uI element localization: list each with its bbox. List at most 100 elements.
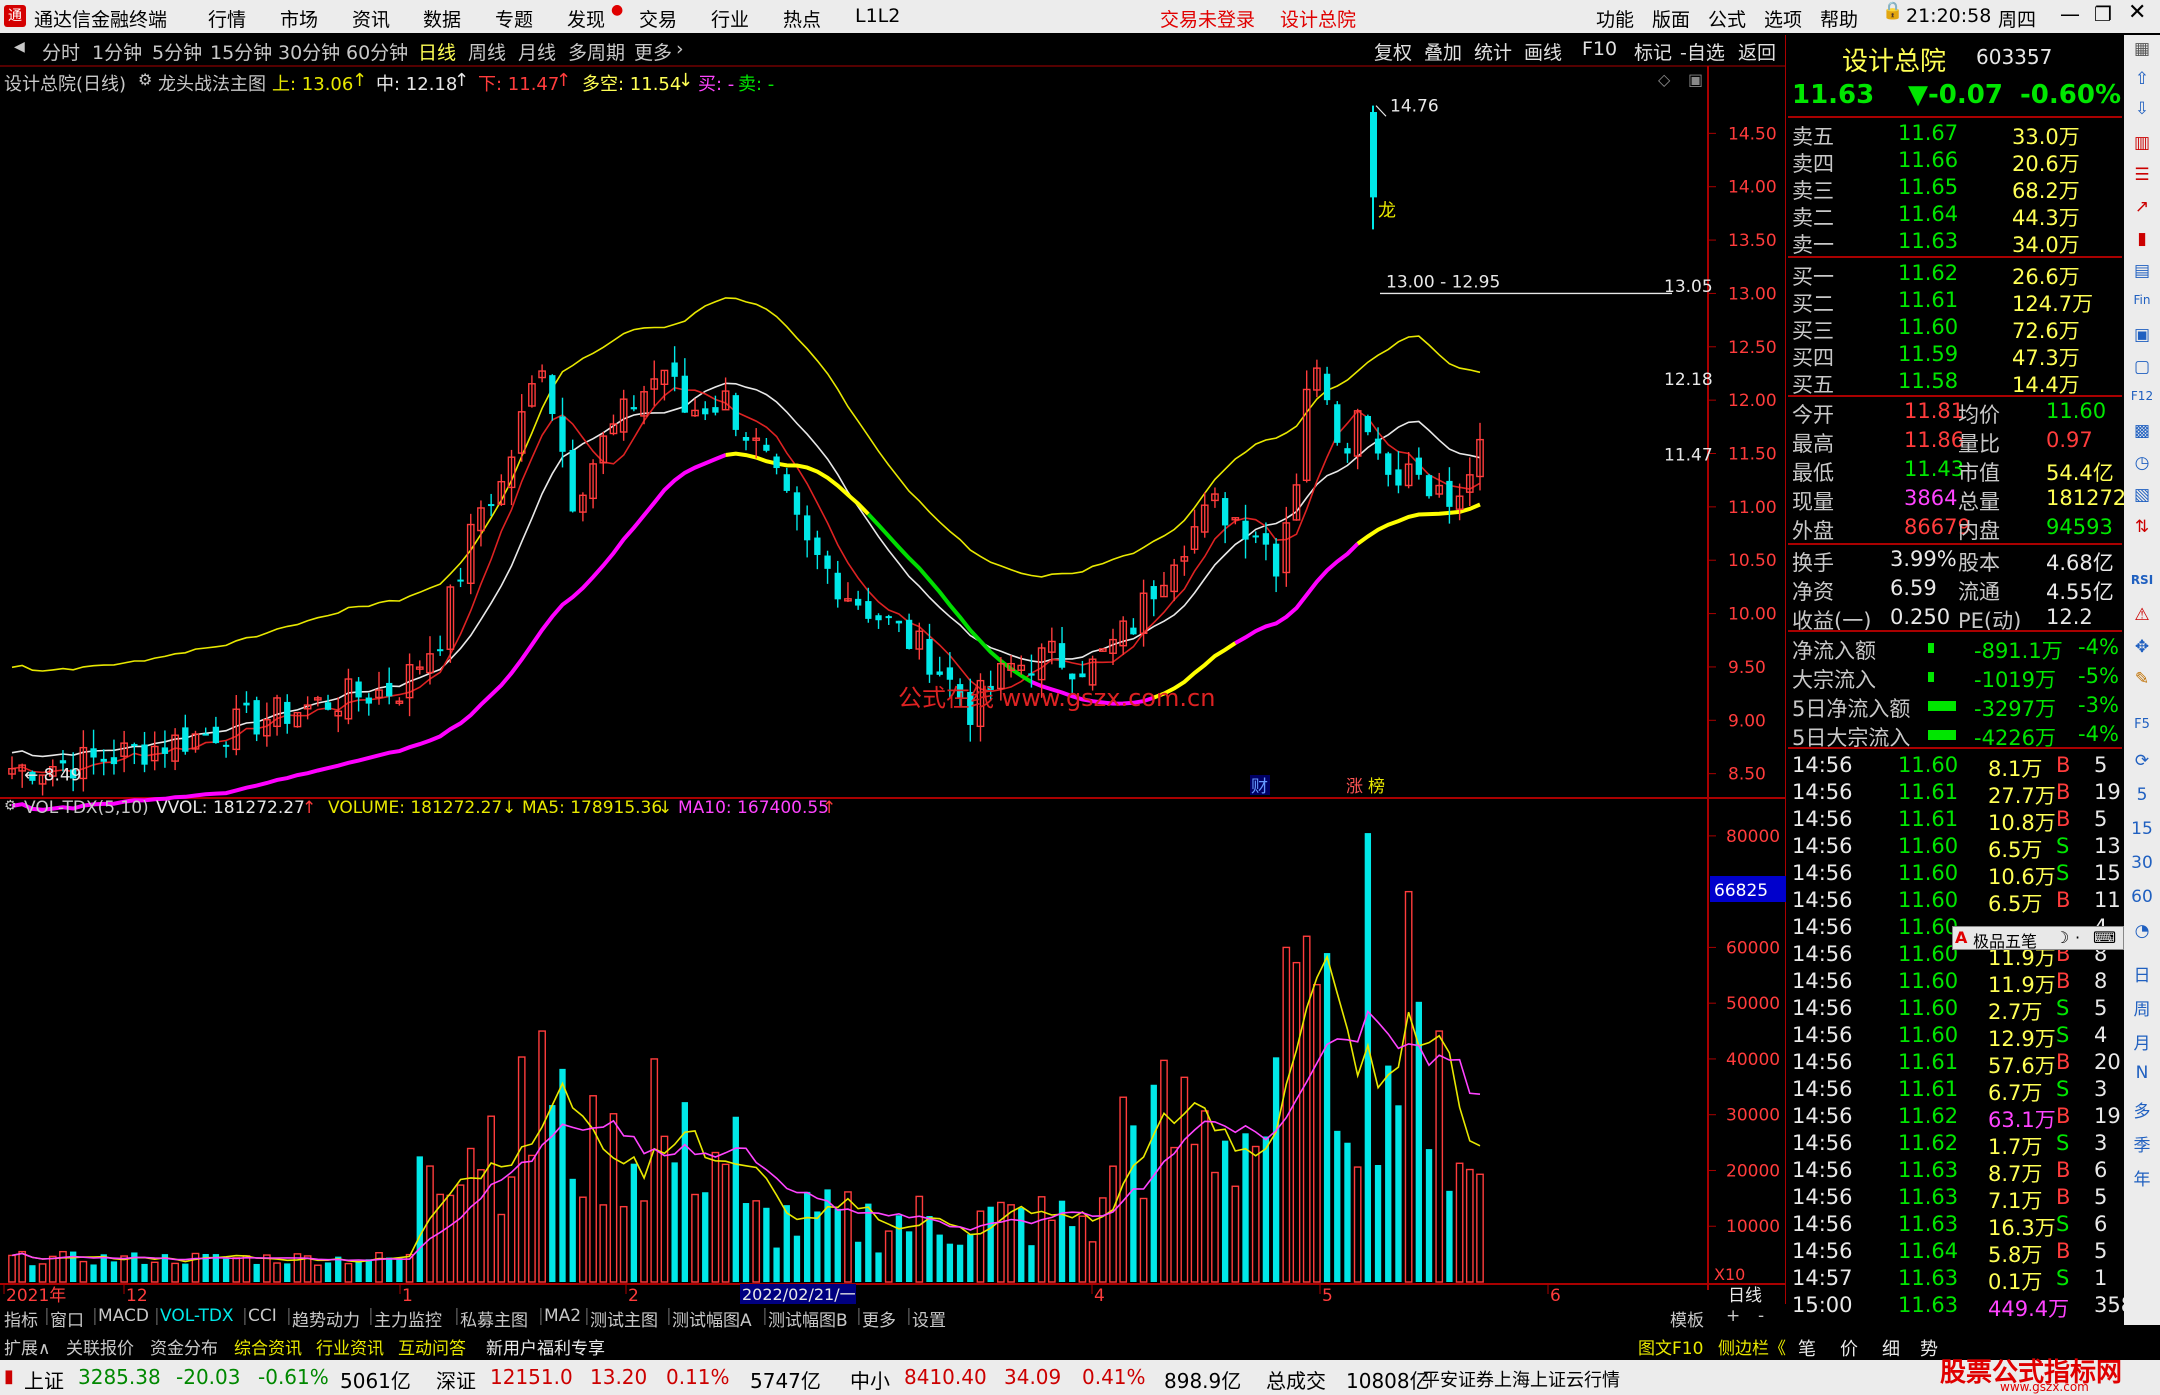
tick-row[interactable]: 14:56 11.63 8.7万 B 6 xyxy=(1788,1158,2122,1186)
sidebar-bars-icon[interactable]: ▥ xyxy=(2128,133,2156,159)
indicator-tab-1[interactable]: 窗口 xyxy=(50,1306,84,1331)
sidebar-60min[interactable]: 60 xyxy=(2128,887,2156,913)
sidebar-quarter[interactable]: 季 xyxy=(2128,1131,2156,1157)
tick-row[interactable]: 14:56 11.62 1.7万 S 3 xyxy=(1788,1131,2122,1159)
sidebar-week[interactable]: 周 xyxy=(2128,995,2156,1021)
bid-row[interactable]: 买四 11.59 47.3万 xyxy=(1788,342,2122,370)
fund-row[interactable]: 换手 3.99% 股本 4.68亿 xyxy=(1788,547,2122,575)
sh-label[interactable]: 上证 xyxy=(24,1365,64,1394)
tick-row[interactable]: 14:56 11.60 8.1万 B 5 xyxy=(1788,753,2122,781)
restore-icon[interactable]: ❐ xyxy=(2094,2,2112,26)
indicator-tab-10[interactable]: 测试幅图A xyxy=(672,1306,752,1331)
stat-row[interactable]: 外盘 86679 内盘 94593 xyxy=(1788,515,2122,543)
broker-name[interactable]: 平安证券上海上证云行情 xyxy=(1422,1366,1620,1392)
stat-row[interactable]: 今开 11.81 均价 11.60 xyxy=(1788,399,2122,427)
sidebar-panel-icon[interactable]: ▧ xyxy=(2128,485,2156,511)
extension-right-0[interactable]: 图文F10 xyxy=(1638,1334,1703,1359)
extension-tab-5[interactable]: 互动问答 xyxy=(398,1334,466,1359)
extension-tab-2[interactable]: 资金分布 xyxy=(150,1334,218,1359)
sidebar-fin-icon[interactable]: Fin xyxy=(2128,293,2156,319)
flow-row[interactable]: 净流入额 -891.1万 -4% xyxy=(1788,635,2122,663)
indicator-tab-9[interactable]: 测试主图 xyxy=(590,1306,658,1331)
sidebar-30min[interactable]: 30 xyxy=(2128,853,2156,879)
sidebar-down-icon[interactable]: ⇩ xyxy=(2128,99,2156,125)
indicator-tab-6[interactable]: 主力监控 xyxy=(374,1306,442,1331)
sidebar-clock-icon[interactable]: ◷ xyxy=(2128,453,2156,479)
minimize-icon[interactable]: — xyxy=(2060,2,2080,26)
sidebar-multi[interactable]: 多 xyxy=(2128,1097,2156,1123)
bid-row[interactable]: 买一 11.62 26.6万 xyxy=(1788,261,2122,289)
ime-toolbar[interactable]: A 极品五笔 ☽ · ⌨ xyxy=(1952,926,2124,951)
stat-row[interactable]: 最低 11.43 市值 54.4亿 xyxy=(1788,457,2122,485)
tick-row[interactable]: 14:56 11.60 12.9万 S 4 xyxy=(1788,1023,2122,1051)
tick-row[interactable]: 14:56 11.60 6.5万 S 13 xyxy=(1788,834,2122,862)
fund-row[interactable]: 收益(一) 0.250 PE(动) 12.2 xyxy=(1788,605,2122,633)
sidebar-list-icon[interactable]: ☰ xyxy=(2128,165,2156,191)
sidebar-table-icon[interactable]: ▤ xyxy=(2128,261,2156,287)
sz-label[interactable]: 深证 xyxy=(436,1365,476,1394)
tabbar-right-0[interactable]: 模板 xyxy=(1670,1306,1704,1331)
close-icon[interactable]: ✕ xyxy=(2128,0,2146,25)
sidebar-alert-icon[interactable]: ⚠ xyxy=(2128,605,2156,631)
bid-row[interactable]: 买二 11.61 124.7万 xyxy=(1788,288,2122,316)
sidebar-rsi[interactable]: RSI xyxy=(2128,573,2156,599)
sidebar-f5[interactable]: F5 xyxy=(2128,717,2156,743)
extension-right-4[interactable]: 细 xyxy=(1882,1335,1900,1361)
extension-tab-6[interactable]: 新用户福利专享 xyxy=(486,1334,605,1359)
tick-row[interactable]: 14:56 11.61 57.6万 B 20 xyxy=(1788,1050,2122,1078)
menu-help[interactable]: 帮助 xyxy=(1820,5,1858,32)
tick-row[interactable]: 14:56 11.63 7.1万 B 5 xyxy=(1788,1185,2122,1213)
tabbar-right-1[interactable]: + xyxy=(1726,1306,1740,1326)
extension-right-2[interactable]: 笔 xyxy=(1798,1335,1816,1361)
sidebar-clock2-icon[interactable]: ◔ xyxy=(2128,921,2156,947)
sidebar-chart-icon[interactable]: ▦ xyxy=(2128,39,2156,65)
tick-row[interactable]: 14:56 11.63 16.3万 S 6 xyxy=(1788,1212,2122,1240)
ask-row[interactable]: 卖五 11.67 33.0万 xyxy=(1788,121,2122,149)
ime-keyboard-icon[interactable]: ⌨ xyxy=(2093,928,2116,947)
sidebar-refresh-icon[interactable]: ⟳ xyxy=(2128,751,2156,777)
indicator-tab-11[interactable]: 测试幅图B xyxy=(768,1306,848,1331)
indicator-tab-2[interactable]: MACD xyxy=(98,1306,149,1326)
sidebar-15min[interactable]: 15 xyxy=(2128,819,2156,845)
sidebar-year[interactable]: 年 xyxy=(2128,1165,2156,1191)
sidebar-pen-icon[interactable]: ✎ xyxy=(2128,669,2156,695)
ask-row[interactable]: 卖一 11.63 34.0万 xyxy=(1788,229,2122,257)
sidebar-up-icon[interactable]: ⇧ xyxy=(2128,69,2156,95)
tick-row[interactable]: 14:56 11.64 5.8万 B 5 xyxy=(1788,1239,2122,1267)
tick-row[interactable]: 15:00 11.63 449.4万 358 xyxy=(1788,1293,2134,1321)
indicator-tab-4[interactable]: CCI xyxy=(248,1306,277,1326)
bid-row[interactable]: 买三 11.60 72.6万 xyxy=(1788,315,2122,343)
stat-row[interactable]: 最高 11.86 量比 0.97 xyxy=(1788,428,2122,456)
sidebar-n[interactable]: N xyxy=(2128,1063,2156,1089)
extension-tab-4[interactable]: 行业资讯 xyxy=(316,1334,384,1359)
tick-row[interactable]: 14:56 11.62 63.1万 B 19 xyxy=(1788,1104,2122,1132)
sidebar-page-icon[interactable]: ▢ xyxy=(2128,357,2156,383)
tabbar-right-2[interactable]: - xyxy=(1758,1306,1764,1326)
tick-row[interactable]: 14:56 11.60 2.7万 S 5 xyxy=(1788,996,2122,1024)
sidebar-f12-icon[interactable]: F12 xyxy=(2128,389,2156,415)
extension-tab-3[interactable]: 综合资讯 xyxy=(234,1334,302,1359)
extension-right-1[interactable]: 侧边栏《 xyxy=(1718,1334,1786,1359)
extension-tab-0[interactable]: 扩展∧ xyxy=(4,1334,50,1359)
extension-tab-1[interactable]: 关联报价 xyxy=(66,1334,134,1359)
kline-chart[interactable]: 14.50 14.00 13.50 13.00 12.50 12.00 11.50 11.00… xyxy=(0,0,1786,1304)
tick-row[interactable]: 14:56 11.61 6.7万 S 3 xyxy=(1788,1077,2122,1105)
sidebar-sort-icon[interactable]: ⇅ xyxy=(2128,517,2156,543)
indicator-tab-7[interactable]: 私募主图 xyxy=(460,1306,528,1331)
sidebar-month[interactable]: 月 xyxy=(2128,1029,2156,1055)
vol-settings-icon[interactable]: ⚙ xyxy=(4,798,17,814)
indicator-tab-8[interactable]: MA2 xyxy=(544,1306,581,1326)
sidebar-5min[interactable]: 5 xyxy=(2128,785,2156,811)
sidebar-candle-icon[interactable]: ▮ xyxy=(2128,229,2156,255)
tick-row[interactable]: 14:56 11.61 27.7万 B 19 xyxy=(1788,780,2122,808)
sidebar-doc-icon[interactable]: ▣ xyxy=(2128,325,2156,351)
sidebar-trend-icon[interactable]: ↗ xyxy=(2128,197,2156,223)
ime-dot-icon[interactable]: · xyxy=(2075,928,2080,947)
indicator-tab-5[interactable]: 趋势动力 xyxy=(292,1306,360,1331)
ask-row[interactable]: 卖四 11.66 20.6万 xyxy=(1788,148,2122,176)
bid-row[interactable]: 买五 11.58 14.4万 xyxy=(1788,369,2122,397)
ask-row[interactable]: 卖三 11.65 68.2万 xyxy=(1788,175,2122,203)
indicator-tab-0[interactable]: 指标 xyxy=(4,1306,38,1331)
tick-row[interactable]: 14:56 11.60 10.6万 S 15 xyxy=(1788,861,2122,889)
tick-row[interactable]: 14:56 11.61 10.8万 B 5 xyxy=(1788,807,2122,835)
